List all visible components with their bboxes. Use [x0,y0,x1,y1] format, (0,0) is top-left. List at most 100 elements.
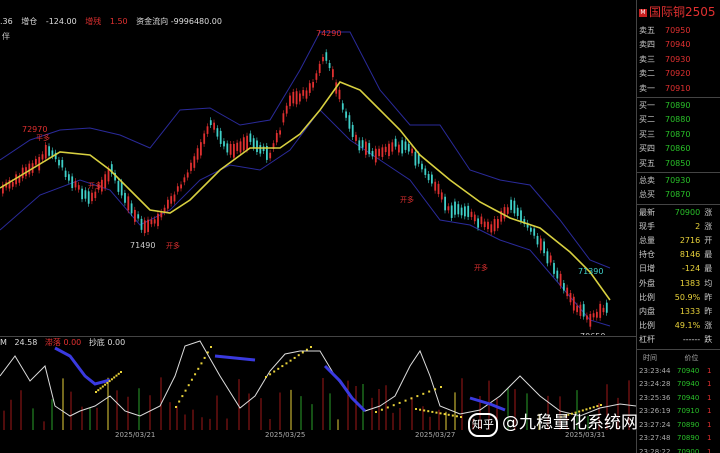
stat-extra: 昨 [704,292,713,302]
bid-label: 买三 [639,129,655,139]
bid-row: 买四 70860 [637,142,720,156]
tick-row: 23:28:22 70900 1 [637,446,720,453]
candle-body [503,207,506,219]
instrument-name: 国际铜2505 [649,5,716,19]
stat-extra: 最 [704,264,713,274]
indicator-dot [273,370,276,373]
ask-row: 卖四 70940 [637,38,720,52]
candle-body [312,81,314,88]
candle-body [576,305,578,313]
stat-value: -124 [682,264,701,274]
candle-body [41,154,44,160]
indicator-dot [106,381,109,384]
tick-volume-marker: 1 [707,407,712,416]
candle-body [117,180,120,192]
candle-body [371,151,374,157]
ask-row: 卖二 70920 [637,67,720,81]
candle-body [516,207,519,216]
tick-volume-marker: 1 [707,420,712,429]
indicator-dot [200,362,203,365]
quote-panel: M 国际铜2505 卖五 70950 卖四 70940 卖三 70930 卖二 70920… [637,0,720,453]
candle-body [596,311,598,318]
bid-label: 买一 [639,100,655,110]
candle-body [361,140,364,148]
ask-price: 70920 [665,69,691,79]
candle-body [77,185,80,190]
candle-body [401,140,404,154]
candle-body [563,283,565,291]
indicator-dot [277,367,280,370]
indicator-dot [120,371,122,373]
candle-body [302,90,305,96]
candle-body [460,207,463,216]
bid-row: 买三 70870 [637,128,720,142]
candle-body [134,209,136,222]
candle-body [421,163,423,170]
candle-body [391,142,394,152]
ask-label: 卖二 [639,69,655,79]
signal-open-long: 开多 [400,195,414,204]
tick-time: 23:27:24 [639,420,671,429]
tick-price: 70900 [677,447,700,453]
indicator-dot [101,385,104,388]
ask-label: 卖三 [639,54,655,64]
candle-body [470,211,473,218]
indicator-dot [440,386,442,388]
candle-body [209,120,212,126]
candle-body [398,144,400,153]
stat-row: 最新 70900 涨 [637,206,720,220]
candle-body [358,140,361,151]
total-value: 70930 [665,175,691,185]
bid-price: 70860 [665,144,691,154]
total-label: 总卖 [639,175,655,185]
candle-body [127,196,130,211]
ask-price: 70910 [665,83,691,93]
stat-label: 外盘 [639,278,655,288]
candle-body [289,95,291,107]
tick-time: 23:27:48 [639,434,671,443]
label-low: 70650 [580,332,605,335]
candle-body [94,191,97,199]
tick-price: 70890 [677,420,700,429]
indicator-dot [415,408,417,410]
instrument-title[interactable]: M 国际铜2505 [637,0,720,24]
date-label: 2025/03/21 [115,431,156,439]
indicator-dot [115,374,118,377]
stat-value: 2716 [679,236,701,246]
candle-body [530,227,532,232]
candle-body [180,184,182,189]
candle-body [28,163,31,175]
indicator-dot [434,388,437,391]
candle-body [351,124,354,137]
candle-body [493,219,496,232]
date-label: 2025/03/27 [415,431,456,439]
bid-price: 70850 [665,158,691,168]
candlestick-chart[interactable]: 伴 72970 71490 71390 74290 70650 开多 开多 开多… [0,30,636,335]
indicator-dot [422,392,425,395]
candle-body [200,142,202,156]
bid-row: 买一 70890 [637,99,720,113]
tick-price: 70940 [677,366,700,375]
candle-body [394,138,397,147]
bid-label: 买五 [639,158,655,168]
candle-body [84,190,87,199]
indicator-dot [443,413,446,416]
candle-body [569,293,572,303]
tick-time: 23:28:22 [639,447,671,453]
candle-body [431,174,433,184]
candle-body [186,172,189,178]
ticks-list: 23:23:44 70940 1 23:24:28 70940 1 23:25:36 7094… [637,365,720,453]
indicator-dot [301,351,304,354]
candle-body [150,219,153,225]
divider [637,348,720,350]
ask-row: 卖三 70930 [637,53,720,67]
candle-body [203,133,206,144]
candle-body [328,63,331,69]
candle-body [104,174,107,188]
candle-body [61,159,64,168]
indicator-dot [104,383,107,386]
candle-body [536,235,539,245]
candle-body [414,151,417,166]
candle-body [226,143,229,153]
candle-body [216,128,219,137]
